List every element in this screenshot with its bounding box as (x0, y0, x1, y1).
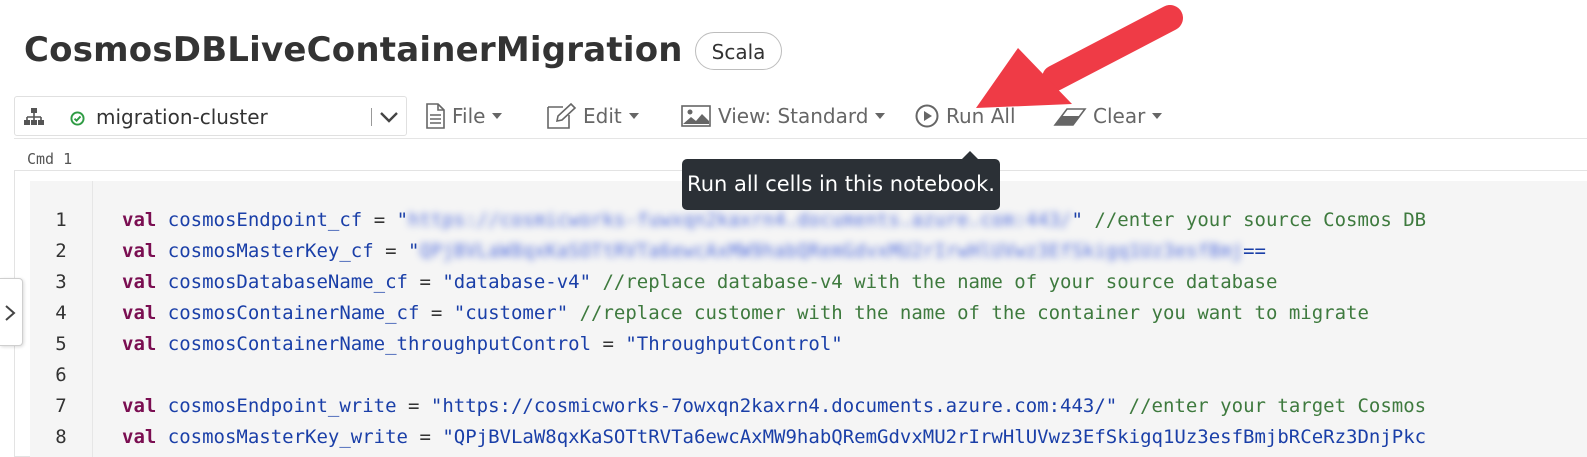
notebook-header: CosmosDBLiveContainerMigration Scala (24, 26, 783, 74)
code-string: "ThroughputControl" (625, 333, 843, 355)
file-menu[interactable]: File (424, 96, 503, 136)
code-operator: = (373, 240, 409, 262)
code-operator: = (396, 395, 431, 417)
code-identifier: cosmosContainerName_cf (167, 302, 420, 324)
code-comment: //enter your source Cosmos DB (1082, 209, 1427, 231)
run-all-tooltip: Run all cells in this notebook. (682, 151, 1000, 210)
image-icon (681, 105, 711, 127)
line-number: 7 (55, 395, 67, 417)
file-icon (426, 103, 445, 129)
line-number: 2 (55, 240, 67, 262)
line-number: 1 (55, 209, 67, 231)
code-string-end: == (1243, 240, 1266, 262)
cluster-divider (371, 108, 372, 126)
code-comment: //enter your target Cosmos (1117, 395, 1427, 417)
cluster-name: migration-cluster (96, 105, 268, 129)
code-operator: = (362, 209, 397, 231)
annotation-arrow (976, 5, 1183, 108)
line-number: 5 (55, 333, 67, 355)
code-line: val cosmosEndpoint_write = "https://cosm… (122, 395, 1426, 417)
code-redacted-value: https://cosmicworks-fuwxqn2kaxrn4.docume… (408, 209, 1072, 231)
view-menu[interactable]: View: Standard (680, 96, 886, 136)
code-editor[interactable]: 12345678 val cosmosEndpoint_cf = "https:… (30, 181, 1587, 457)
code-keyword: val (122, 333, 157, 355)
code-redacted-value: QPjBVLaW8qxKaSOTtRVTa6ewcAxMW9habQRemGdv… (419, 240, 1244, 262)
code-line: val cosmosMasterKey_write = "QPjBVLaW8qx… (122, 426, 1426, 448)
line-number: 8 (55, 426, 67, 448)
code-operator: = (408, 426, 443, 448)
code-line: val cosmosDatabaseName_cf = "database-v4… (122, 271, 1277, 293)
notebook-toolbar: migration-cluster File Edit View: Standa… (14, 96, 1587, 139)
code-line: val cosmosContainerName_throughputContro… (122, 333, 843, 355)
code-string: " (396, 209, 409, 231)
code-string: "https://cosmicworks-7owxqn2kaxrn4.docum… (430, 395, 1118, 417)
code-operator: = (419, 302, 454, 324)
code-keyword: val (122, 302, 157, 324)
file-menu-label: File (452, 104, 486, 128)
code-identifier: cosmosEndpoint_write (167, 395, 397, 417)
edit-menu-label: Edit (583, 104, 622, 128)
code-operator: = (591, 333, 626, 355)
code-line: val cosmosEndpoint_cf = "https://cosmicw… (122, 209, 1426, 231)
view-caret-icon (875, 113, 886, 119)
code-keyword: val (122, 240, 157, 262)
code-keyword: val (122, 271, 157, 293)
code-identifier: cosmosMasterKey_cf (167, 240, 374, 262)
code-identifier: cosmosMasterKey_write (167, 426, 408, 448)
code-comment: //replace customer with the name of the … (568, 302, 1369, 324)
sidebar-toggle[interactable] (0, 278, 23, 346)
code-identifier: cosmosContainerName_throughputControl (167, 333, 592, 355)
cluster-selector[interactable]: migration-cluster (14, 96, 407, 136)
code-string-end: " (1071, 209, 1083, 231)
code-identifier: cosmosDatabaseName_cf (167, 271, 408, 293)
chevron-right-icon (5, 305, 16, 321)
line-number: 4 (55, 302, 67, 324)
cluster-tree-icon (24, 108, 44, 125)
language-badge[interactable]: Scala (694, 32, 783, 70)
file-caret-icon (492, 113, 503, 119)
edit-caret-icon (628, 113, 639, 119)
cell-command-label: Cmd 1 (27, 150, 73, 168)
play-circle-icon (915, 104, 939, 128)
code-line: val cosmosMasterKey_cf = "QPjBVLaW8qxKaS… (122, 240, 1266, 262)
code-identifier: cosmosEndpoint_cf (167, 209, 363, 231)
edit-menu[interactable]: Edit (545, 96, 639, 136)
code-comment: //replace database-v4 with the name of y… (591, 271, 1278, 293)
code-operator: = (408, 271, 443, 293)
code-string: "QPjBVLaW8qxKaSOTtRVTa6ewcAxMW9habQRemGd… (442, 426, 1427, 448)
code-keyword: val (122, 426, 157, 448)
check-circle-icon (70, 111, 85, 126)
code-keyword: val (122, 209, 157, 231)
chevron-down-icon[interactable] (379, 111, 399, 123)
code-line: val cosmosContainerName_cf = "customer" … (122, 302, 1369, 324)
line-number: 6 (55, 364, 67, 386)
edit-pencil-icon (547, 102, 577, 129)
code-string: " (408, 240, 420, 262)
line-number-gutter: 1 2 3 4 5 6 7 8 (30, 181, 93, 457)
code-keyword: val (122, 395, 157, 417)
code-string: "customer" (453, 302, 569, 324)
notebook-title[interactable]: CosmosDBLiveContainerMigration (24, 30, 683, 70)
code-string: "database-v4" (442, 271, 592, 293)
line-number: 3 (55, 271, 67, 293)
view-menu-label: View: Standard (718, 104, 869, 128)
